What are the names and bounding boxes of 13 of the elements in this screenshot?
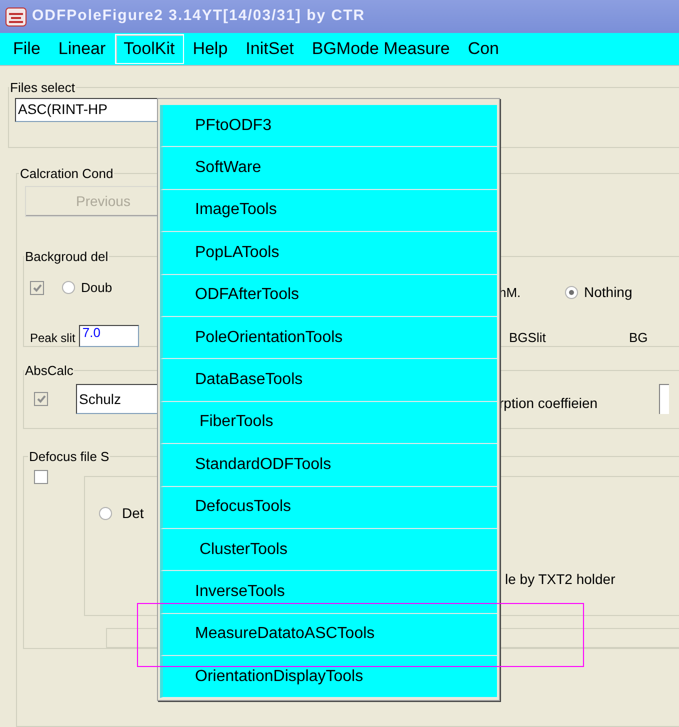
radio-label: Doub	[81, 278, 112, 297]
option-label: le by TXT2 holder	[505, 570, 616, 589]
group-label: Backgroud del	[24, 248, 110, 266]
radio-label: Det	[122, 504, 144, 523]
group-label: AbsCalc	[24, 362, 74, 380]
group-label: Files select	[9, 79, 76, 97]
bgslit-label: BGSlit	[509, 328, 547, 346]
radio-label: Nothing	[584, 283, 632, 302]
window-title: ODFPoleFigure2 3.14YT[14/03/31] by CTR	[32, 6, 366, 26]
peak-slit-label: Peak slit	[30, 330, 76, 347]
group-label: Defocus file S	[28, 448, 110, 466]
bg-label: BG	[629, 328, 648, 346]
group-label: Calcration Cond	[19, 165, 114, 183]
